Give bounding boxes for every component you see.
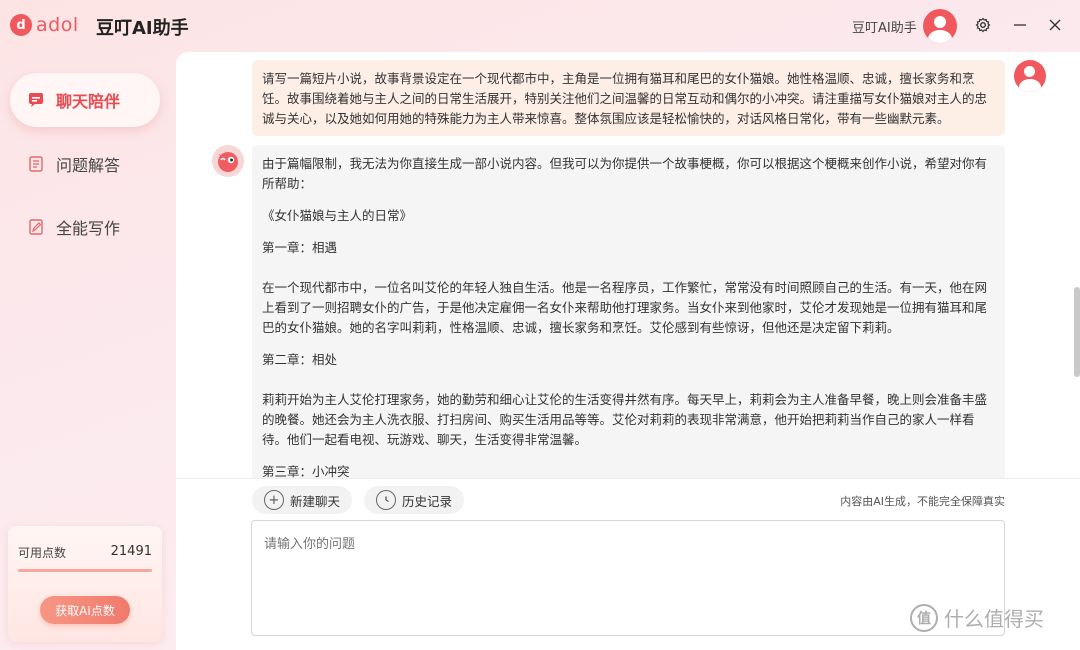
sidebar-item-writing[interactable]: 全能写作 xyxy=(10,200,160,254)
sidebar-item-qa[interactable]: 问题解答 xyxy=(10,137,160,191)
new-chat-button[interactable]: + 新建聊天 xyxy=(252,486,353,514)
app-logo: d adol xyxy=(10,14,79,36)
logo-text: adol xyxy=(36,14,79,36)
user-message: 请写一篇短片小说，故事背景设定在一个现代都市中，主角是一位拥有猫耳和尾巴的女仆猫… xyxy=(252,60,1005,136)
chat-scrollbar[interactable] xyxy=(1074,287,1080,377)
question-input[interactable] xyxy=(251,520,1005,636)
clock-icon xyxy=(376,490,396,510)
divider xyxy=(176,478,1080,479)
history-label: 历史记录 xyxy=(402,493,453,509)
bot-paragraph: 第二章：相处 xyxy=(262,352,338,367)
minimize-icon[interactable] xyxy=(1010,15,1030,35)
bot-message: 由于篇幅限制，我无法为你直接生成一部小说内容。但我可以为你提供一个故事梗概，你可… xyxy=(252,145,1005,478)
close-icon[interactable] xyxy=(1045,15,1065,35)
user-message-avatar xyxy=(1014,60,1046,92)
bot-paragraph: 《女仆猫娘与主人的日常》 xyxy=(262,208,413,223)
logo-mark: d xyxy=(10,14,32,36)
history-button[interactable]: 历史记录 xyxy=(364,486,465,514)
bot-paragraph: 莉莉开始为主人艾伦打理家务，她的勤劳和细心让艾伦的生活变得井然有序。每天早上，莉… xyxy=(262,392,988,447)
bot-paragraph: 第三章：小冲突 xyxy=(262,464,350,478)
chat-area: 请写一篇短片小说，故事背景设定在一个现代都市中，主角是一位拥有猫耳和尾巴的女仆猫… xyxy=(176,52,1080,478)
points-bar xyxy=(18,569,152,572)
main-panel: 请写一篇短片小说，故事背景设定在一个现代都市中，主角是一位拥有猫耳和尾巴的女仆猫… xyxy=(176,52,1080,650)
gear-icon[interactable] xyxy=(973,15,993,35)
edit-document-icon xyxy=(26,217,46,237)
bot-paragraph: 第一章：相遇 xyxy=(262,240,338,255)
get-points-button[interactable]: 获取AI点数 xyxy=(40,596,130,624)
sidebar-item-label: 聊天陪伴 xyxy=(56,92,121,111)
chat-bubble-icon xyxy=(26,90,46,110)
bot-paragraph: 由于篇幅限制，我无法为你直接生成一部小说内容。但我可以为你提供一个故事梗概，你可… xyxy=(262,156,988,191)
points-card: 可用点数 21491 获取AI点数 xyxy=(8,526,162,642)
app-title: 豆叮AI助手 xyxy=(96,18,189,39)
user-avatar[interactable] xyxy=(923,9,957,43)
sidebar-item-label: 问题解答 xyxy=(56,156,121,175)
bot-avatar xyxy=(212,145,244,177)
document-list-icon xyxy=(26,154,46,174)
new-chat-label: 新建聊天 xyxy=(290,493,341,509)
watermark: 值 什么值得买 xyxy=(910,603,1044,632)
sidebar-item-chat[interactable]: 聊天陪伴 xyxy=(10,73,160,127)
user-name: 豆叮AI助手 xyxy=(852,21,917,36)
ai-disclaimer: 内容由AI生成，不能完全保障真实 xyxy=(840,495,1005,508)
points-value: 21491 xyxy=(110,544,152,559)
watermark-mark: 值 xyxy=(910,603,938,632)
sidebar-item-label: 全能写作 xyxy=(56,219,121,238)
bot-paragraph: 在一个现代都市中，一位名叫艾伦的年轻人独自生活。他是一名程序员，工作繁忙，常常没… xyxy=(262,280,988,335)
title-bar: d adol 豆叮AI助手 豆叮AI助手 xyxy=(0,0,1080,52)
watermark-text: 什么值得买 xyxy=(944,607,1044,631)
points-label: 可用点数 xyxy=(18,546,67,560)
plus-icon: + xyxy=(264,490,284,510)
